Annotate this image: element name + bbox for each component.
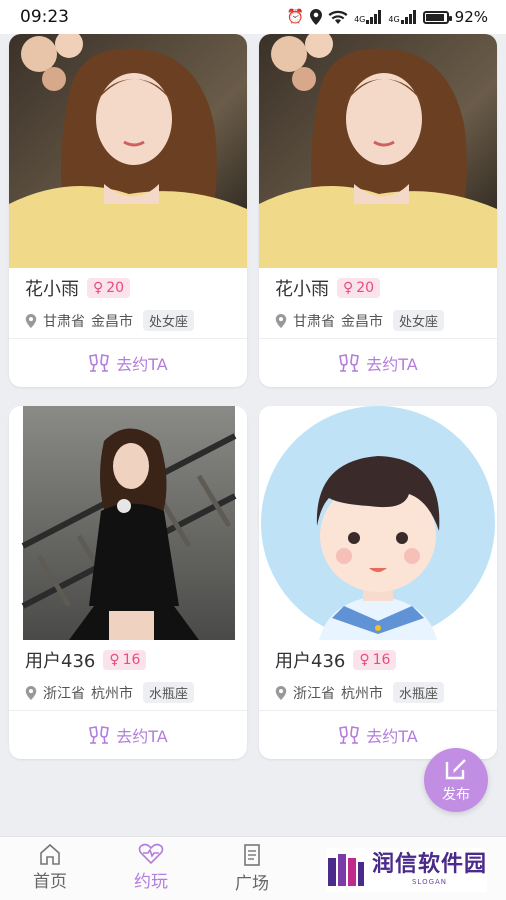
age-value: 16 xyxy=(372,652,391,668)
user-name: 用户436 xyxy=(275,651,346,672)
status-bar: 09:23 ⏰ 4G 4G 92% xyxy=(0,0,506,34)
location-row: 浙江省 杭州市 水瓶座 xyxy=(275,682,445,703)
location-row: 甘肃省 金昌市 处女座 xyxy=(25,310,195,331)
user-photo xyxy=(9,34,247,268)
location-pin-icon xyxy=(275,313,287,328)
user-avatar xyxy=(259,406,497,640)
publish-label: 发布 xyxy=(442,787,470,803)
nav-item-play[interactable]: 约玩 xyxy=(101,843,201,892)
user-name: 花小雨 xyxy=(275,279,329,300)
age-value: 20 xyxy=(106,280,125,296)
date-button[interactable]: 去约TA xyxy=(259,339,497,386)
date-button-label: 去约TA xyxy=(116,354,168,374)
age-badge: ♀ 20 xyxy=(337,278,381,298)
name-row: 花小雨 ♀ 20 xyxy=(275,275,381,301)
female-icon: ♀ xyxy=(93,280,104,296)
nav-item-home[interactable]: 首页 xyxy=(0,843,100,892)
status-icons: ⏰ 4G 4G 92% xyxy=(287,8,488,26)
cheers-icon xyxy=(339,725,360,744)
nav-item-square[interactable]: 广场 xyxy=(202,843,302,894)
nav-label-home: 首页 xyxy=(33,872,67,892)
heart-pulse-icon xyxy=(138,843,164,865)
name-row: 用户436 ♀ 16 xyxy=(25,647,147,673)
net-type-label-2: 4G xyxy=(388,15,400,24)
signal-icon-2: 4G xyxy=(388,10,416,24)
home-icon xyxy=(40,843,60,865)
publish-button[interactable]: 发布 xyxy=(424,748,488,812)
age-value: 20 xyxy=(356,280,375,296)
date-button-label: 去约TA xyxy=(366,726,418,746)
watermark-logo-icon xyxy=(328,854,364,886)
user-card[interactable]: 花小雨 ♀ 20 甘肃省 金昌市 处女座 去约TA xyxy=(9,34,247,387)
cheers-icon xyxy=(89,725,110,744)
name-row: 花小雨 ♀ 20 xyxy=(25,275,131,301)
user-photo xyxy=(259,34,497,268)
city: 杭州市 xyxy=(341,685,383,702)
location-row: 甘肃省 金昌市 处女座 xyxy=(275,310,445,331)
province: 甘肃省 xyxy=(43,313,85,330)
watermark-title: 润信软件园 xyxy=(372,852,488,877)
nav-label-square: 广场 xyxy=(235,874,269,894)
location-row: 浙江省 杭州市 水瓶座 xyxy=(25,682,195,703)
user-name: 用户436 xyxy=(25,651,96,672)
female-icon: ♀ xyxy=(343,280,354,296)
age-value: 16 xyxy=(122,652,141,668)
nav-label-play: 约玩 xyxy=(134,872,168,892)
watermark-text: 润信软件园 SLOGAN xyxy=(372,854,487,886)
name-row: 用户436 ♀ 16 xyxy=(275,647,397,673)
user-card[interactable]: 用户436 ♀ 16 浙江省 杭州市 水瓶座 去约TA xyxy=(9,406,247,759)
age-badge: ♀ 20 xyxy=(87,278,131,298)
city: 杭州市 xyxy=(91,685,133,702)
battery-percent: 92% xyxy=(454,8,488,26)
wifi-icon xyxy=(328,10,348,24)
zodiac-tag: 水瓶座 xyxy=(393,682,445,703)
province: 浙江省 xyxy=(293,685,335,702)
watermark-logo: 润信软件园 SLOGAN xyxy=(326,848,488,892)
date-button-label: 去约TA xyxy=(366,354,418,374)
province: 甘肃省 xyxy=(293,313,335,330)
female-icon: ♀ xyxy=(109,652,120,668)
watermark-slogan: SLOGAN xyxy=(411,878,448,886)
city: 金昌市 xyxy=(91,313,133,330)
net-type-label-1: 4G xyxy=(354,15,366,24)
alarm-icon: ⏰ xyxy=(286,9,305,25)
age-badge: ♀ 16 xyxy=(353,650,397,670)
location-icon xyxy=(310,9,323,25)
user-card[interactable]: 花小雨 ♀ 20 甘肃省 金昌市 处女座 去约TA xyxy=(259,34,497,387)
date-button[interactable]: 去约TA xyxy=(9,711,247,758)
note-icon xyxy=(244,844,260,866)
location-pin-icon xyxy=(25,685,37,700)
cheers-icon xyxy=(339,353,360,372)
user-name: 花小雨 xyxy=(25,279,79,300)
date-button[interactable]: 去约TA xyxy=(9,339,247,386)
location-pin-icon xyxy=(25,313,37,328)
female-icon: ♀ xyxy=(359,652,370,668)
status-time: 09:23 xyxy=(20,7,69,27)
user-photo xyxy=(9,406,247,640)
zodiac-tag: 水瓶座 xyxy=(143,682,195,703)
province: 浙江省 xyxy=(43,685,85,702)
age-badge: ♀ 16 xyxy=(103,650,147,670)
location-pin-icon xyxy=(275,685,287,700)
user-card[interactable]: 用户436 ♀ 16 浙江省 杭州市 水瓶座 去约TA xyxy=(259,406,497,759)
date-button-label: 去约TA xyxy=(116,726,168,746)
zodiac-tag: 处女座 xyxy=(143,310,195,331)
signal-icon-1: 4G xyxy=(354,10,382,24)
city: 金昌市 xyxy=(341,313,383,330)
edit-icon xyxy=(445,759,466,780)
zodiac-tag: 处女座 xyxy=(393,310,445,331)
cheers-icon xyxy=(89,353,110,372)
battery-icon xyxy=(422,10,452,24)
